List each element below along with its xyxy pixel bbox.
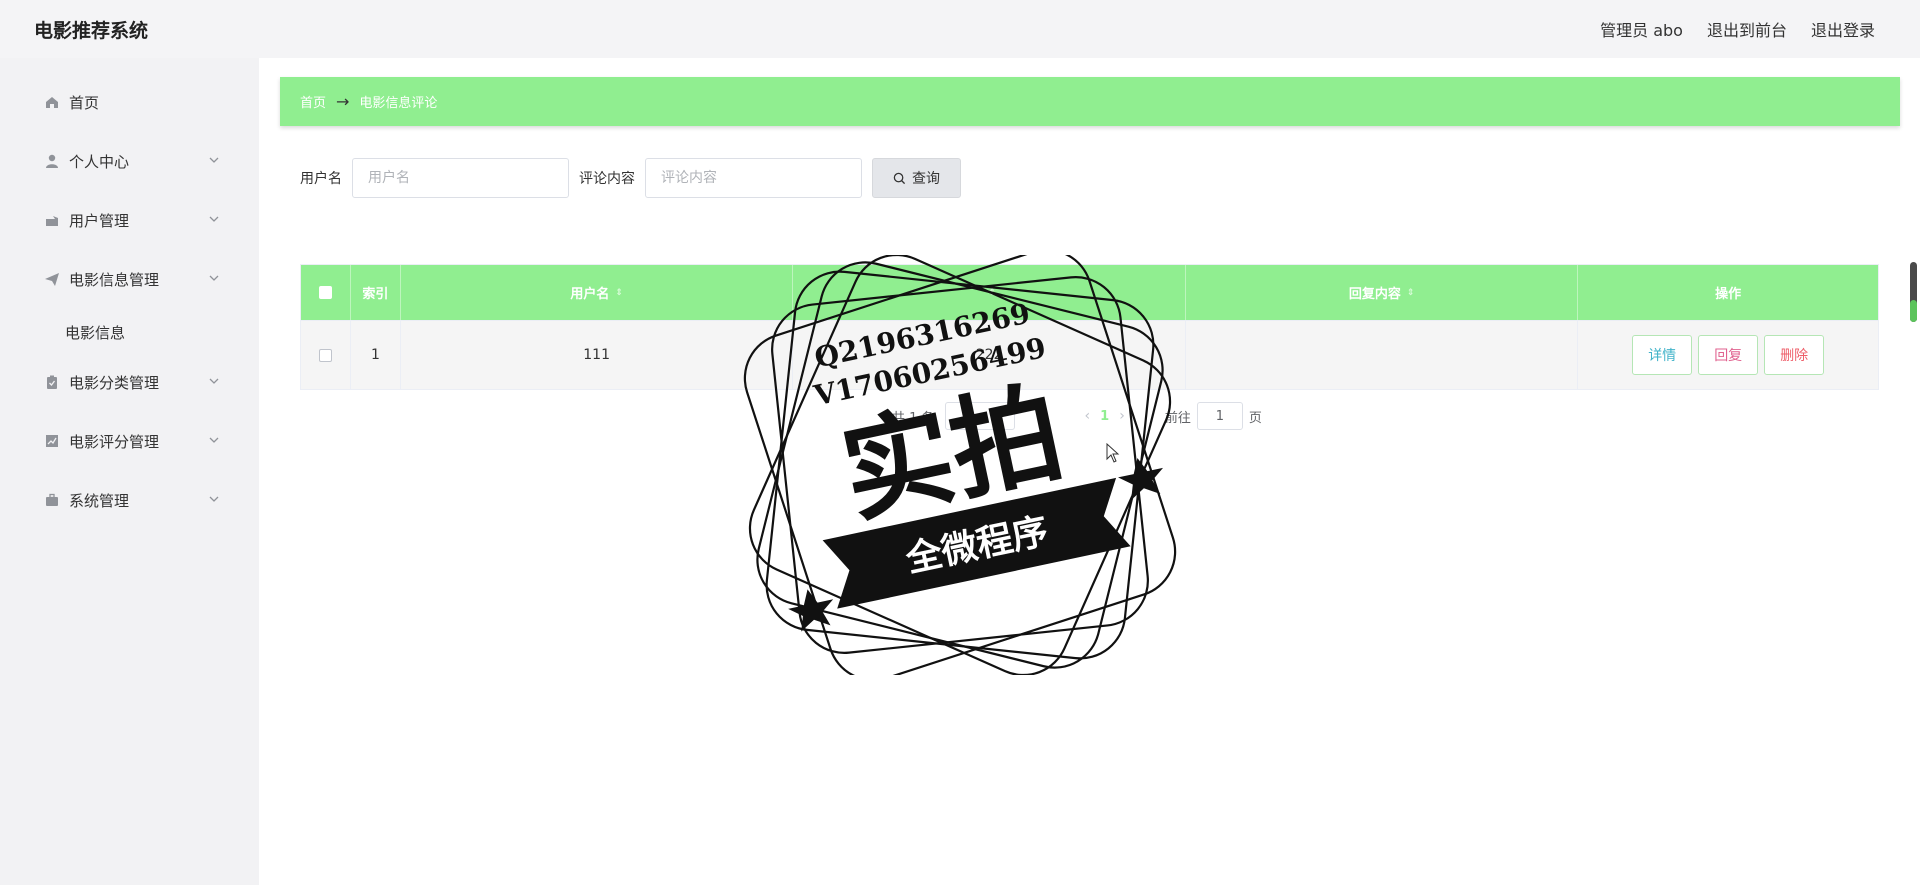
- reply-button[interactable]: 回复: [1698, 335, 1759, 375]
- sidebar-item-system-management[interactable]: 系统管理: [0, 475, 259, 525]
- detail-button[interactable]: 详情: [1632, 335, 1693, 375]
- comment-search-input[interactable]: [645, 158, 862, 198]
- sidebar-item-label: 首页: [69, 94, 100, 112]
- comment-label: 评论内容: [579, 171, 635, 187]
- page-size-select[interactable]: [944, 402, 1015, 430]
- row-reply: [1186, 321, 1579, 389]
- header-username-label: 用户名: [570, 287, 610, 302]
- row-username: 111: [401, 321, 794, 389]
- prev-page-icon[interactable]: ‹: [1085, 408, 1091, 424]
- header-comment[interactable]: ⇕: [793, 265, 1186, 320]
- admin-user-label[interactable]: 管理员 abo: [1600, 17, 1683, 41]
- top-links: 管理员 abo 退出到前台 退出登录: [1600, 17, 1875, 41]
- row-comment: 222: [793, 321, 1186, 389]
- header-index: 索引: [351, 265, 401, 320]
- page-number[interactable]: 1: [1100, 409, 1109, 424]
- clipboard-icon: [47, 375, 57, 389]
- sort-icon[interactable]: ⇕: [615, 288, 623, 298]
- goto-page-input[interactable]: [1196, 402, 1243, 430]
- top-bar: 电影推荐系统 管理员 abo 退出到前台 退出登录: [0, 0, 1920, 58]
- username-search-input[interactable]: [352, 158, 569, 198]
- chevron-down-icon: [209, 378, 219, 384]
- select-all-cell: [301, 265, 351, 320]
- table-header: 索引 用户名 ⇕ ⇕ 回复内容 ⇕ 操作: [301, 265, 1878, 320]
- query-button[interactable]: 查询: [872, 158, 961, 198]
- comments-table: 索引 用户名 ⇕ ⇕ 回复内容 ⇕ 操作 1 111 222 详情 回复 删除: [300, 264, 1879, 390]
- sidebar-subitem-movie-info[interactable]: 电影信息: [65, 322, 125, 343]
- search-form: 用户名 评论内容 查询: [300, 158, 961, 198]
- page-jump: 前往 页: [1165, 402, 1262, 430]
- logout-link[interactable]: 退出登录: [1811, 17, 1875, 41]
- row-check-cell: [301, 321, 351, 389]
- header-username[interactable]: 用户名 ⇕: [401, 265, 794, 320]
- sidebar-item-label: 电影信息管理: [69, 271, 160, 289]
- next-page-icon[interactable]: ›: [1119, 408, 1125, 424]
- scrollbar-thumb[interactable]: [1910, 300, 1917, 322]
- sidebar-item-movie-category-management[interactable]: 电影分类管理: [0, 357, 259, 407]
- sidebar-item-personal-center[interactable]: 个人中心: [0, 136, 259, 186]
- user-icon: [46, 154, 58, 168]
- sidebar: 首页 个人中心 用户管理 电影信息管理 电影信息 电影分类管理 电影评分管理 系…: [0, 58, 259, 885]
- app-title: 电影推荐系统: [34, 20, 149, 42]
- mouse-cursor-icon: [1106, 443, 1120, 463]
- table-row: 1 111 222 详情 回复 删除: [301, 320, 1878, 389]
- sort-icon[interactable]: ⇕: [1407, 288, 1415, 298]
- row-index: 1: [351, 321, 401, 389]
- row-checkbox[interactable]: [318, 348, 332, 362]
- sidebar-item-movie-info-management[interactable]: 电影信息管理: [0, 254, 259, 304]
- username-label: 用户名: [300, 171, 342, 187]
- header-reply-label: 回复内容: [1348, 287, 1401, 302]
- home-icon: [46, 97, 58, 108]
- breadcrumb-home[interactable]: 首页: [300, 92, 326, 111]
- sidebar-item-label: 电影分类管理: [69, 374, 160, 392]
- pagination-total: 共 1 条: [892, 410, 935, 426]
- sidebar-item-movie-rating-management[interactable]: 电影评分管理: [0, 416, 259, 466]
- search-icon: [893, 172, 906, 184]
- sort-icon[interactable]: ⇕: [988, 288, 996, 298]
- sidebar-item-label: 系统管理: [69, 492, 130, 510]
- row-ops: 详情 回复 删除: [1578, 321, 1878, 389]
- goto-label: 前往: [1164, 410, 1191, 426]
- breadcrumb: 首页 → 电影信息评论: [280, 77, 1900, 126]
- sidebar-item-label: 个人中心: [69, 153, 130, 171]
- sidebar-item-label: 电影评分管理: [69, 433, 160, 451]
- chevron-down-icon: [209, 496, 219, 502]
- header-ops: 操作: [1715, 287, 1742, 302]
- pagination: 共 1 条 ‹ 1 › 前往 页: [892, 402, 1262, 430]
- breadcrumb-current: 电影信息评论: [359, 96, 438, 111]
- chevron-down-icon: [209, 275, 219, 281]
- header-reply[interactable]: 回复内容 ⇕: [1186, 265, 1579, 320]
- chevron-down-icon: [209, 157, 219, 163]
- select-all-checkbox[interactable]: [318, 286, 332, 299]
- send-icon: [45, 273, 59, 286]
- chart-icon: [46, 435, 58, 447]
- sidebar-item-label: 用户管理: [69, 212, 130, 230]
- main-content: 首页 → 电影信息评论 用户名 评论内容 查询 索引 用户名 ⇕ ⇕ 回复内容 ⇕ …: [259, 58, 1920, 885]
- briefcase-icon: [46, 493, 58, 506]
- breadcrumb-arrow-icon: →: [336, 92, 350, 111]
- exit-to-front-link[interactable]: 退出到前台: [1707, 17, 1787, 41]
- delete-button[interactable]: 删除: [1764, 335, 1825, 375]
- sidebar-item-home[interactable]: 首页: [0, 77, 259, 127]
- page-suffix: 页: [1248, 410, 1262, 426]
- sidebar-item-user-management[interactable]: 用户管理: [0, 195, 259, 245]
- query-button-label: 查询: [912, 171, 940, 187]
- chevron-down-icon: [209, 216, 219, 222]
- chevron-down-icon: [209, 437, 219, 443]
- user-manage-icon: [46, 216, 58, 226]
